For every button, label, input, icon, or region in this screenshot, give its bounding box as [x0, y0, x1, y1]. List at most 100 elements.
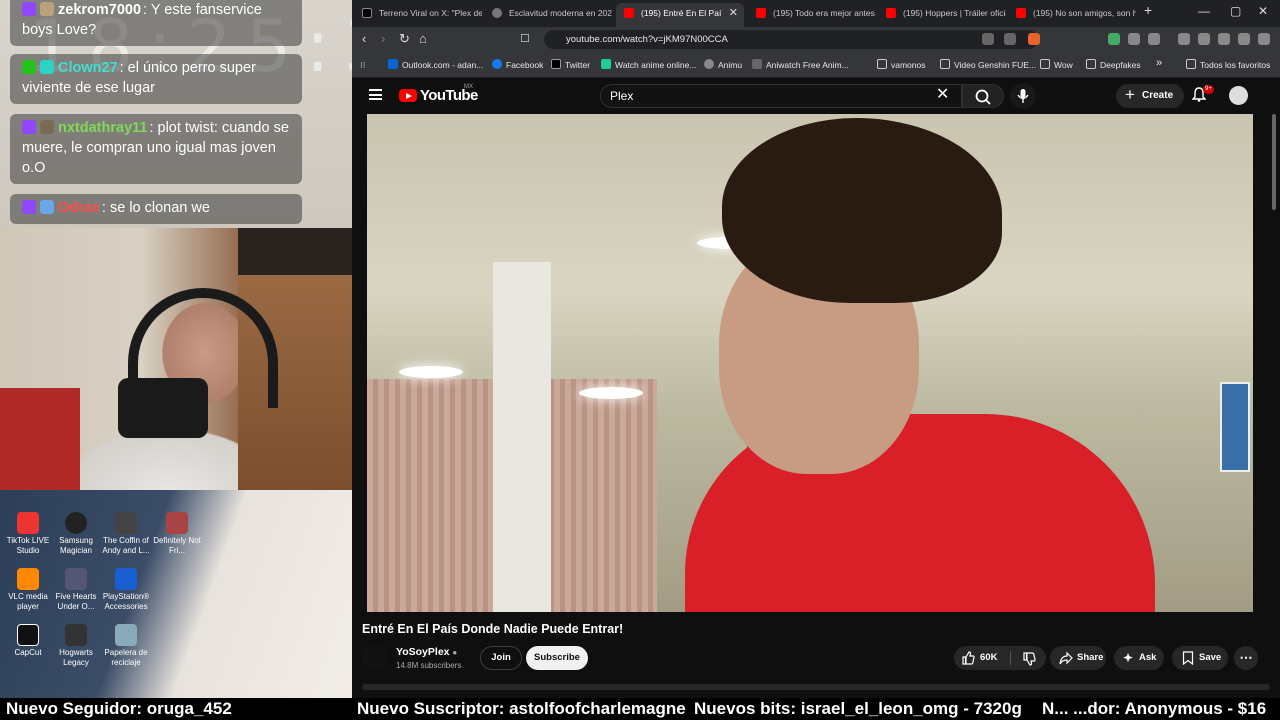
music-icon[interactable]: [1178, 33, 1190, 45]
youtube-header: YouTube MX Plex ✕ Create 9+: [352, 78, 1280, 114]
all-bookmarks[interactable]: Todos los favoritos: [1186, 59, 1270, 71]
video-player[interactable]: [367, 114, 1253, 612]
youtube-icon: [1016, 8, 1026, 18]
video-title: Entré En El País Donde Nadie Puede Entra…: [362, 622, 624, 636]
home-icon[interactable]: ⌂: [419, 32, 427, 46]
youtube-logo-icon[interactable]: [399, 89, 417, 102]
desktop-icon-playstation[interactable]: PlayStation® Accessories: [98, 568, 154, 612]
desktop-icon-definitely[interactable]: Definitely Not Fri...: [149, 512, 205, 556]
browser-tab[interactable]: (195) Hoppers | Tráiler oficia: [878, 3, 1006, 27]
bookmark-folder[interactable]: Deepfakes: [1086, 59, 1141, 71]
sidebar-icon[interactable]: [1148, 33, 1160, 45]
wall-poster: [1220, 382, 1250, 472]
close-icon[interactable]: ✕: [729, 3, 738, 23]
bookmark-item[interactable]: Watch anime online...: [601, 59, 696, 71]
address-bar-row: ‹ › ↻ ⌂ ☐ youtube.com/watch?v=jKM97N00CC…: [352, 27, 1280, 52]
vpn-icon[interactable]: [1218, 33, 1230, 45]
reload-icon[interactable]: ↻: [399, 32, 410, 46]
channel-avatar[interactable]: [362, 645, 388, 671]
hamburger-menu-icon[interactable]: [369, 89, 382, 100]
desktop-icon-recycle-bin[interactable]: Papelera de reciclaje: [98, 624, 154, 668]
menu-icon[interactable]: [1258, 33, 1270, 45]
chat-username: Clown27: [58, 60, 118, 76]
subscribe-button[interactable]: Subscribe: [526, 646, 588, 670]
new-tab-button[interactable]: +: [1144, 2, 1152, 18]
more-bookmarks-icon[interactable]: »: [1156, 57, 1162, 69]
wallet-icon[interactable]: [1198, 33, 1210, 45]
share-icon: [1059, 651, 1073, 665]
bookmark-item[interactable]: Animu: [704, 59, 742, 71]
bookmark-icon[interactable]: ☐: [520, 32, 530, 46]
apps-icon[interactable]: ⁝⁝: [360, 59, 365, 71]
chat-message: Clown27: el único perro super viviente d…: [10, 54, 302, 104]
bookmark-item[interactable]: Outlook.com - adan...: [388, 59, 483, 71]
folder-icon: [1040, 59, 1050, 69]
like-button[interactable]: 60K: [954, 646, 1006, 670]
bookmark-item[interactable]: Aniwatch Free Anim...: [752, 59, 849, 71]
page-scrollbar[interactable]: [1272, 114, 1276, 210]
chatgpt-icon: [492, 8, 502, 18]
account-avatar[interactable]: [1229, 86, 1248, 105]
search-input[interactable]: Plex: [600, 84, 962, 108]
profile-icon[interactable]: [1238, 33, 1250, 45]
voice-search-button[interactable]: [1010, 83, 1036, 109]
cast-icon[interactable]: [982, 33, 994, 45]
ticker-bits: Nuevos bits: israel_el_leon_omg - 7320g: [694, 699, 1022, 718]
desktop-icon-hogwarts[interactable]: Hogwarts Legacy: [48, 624, 104, 668]
desktop-icon-five-hearts[interactable]: Five Hearts Under O...: [48, 568, 104, 612]
globe-icon: [704, 59, 714, 69]
save-button[interactable]: Save: [1172, 646, 1228, 670]
chat-message: nxtdathray11: plot twist: cuando se muer…: [10, 114, 302, 184]
kick-badge-icon: [22, 60, 36, 74]
puzzle-icon[interactable]: [1128, 33, 1140, 45]
bookmark-item[interactable]: Twitter: [551, 59, 590, 71]
bookmark-folder[interactable]: Wow: [1040, 59, 1073, 71]
window-close-icon[interactable]: ✕: [1258, 4, 1268, 18]
samsung-magician-icon: [65, 512, 87, 534]
ask-button[interactable]: ✦ Ask: [1114, 646, 1164, 670]
clear-search-icon[interactable]: ✕: [936, 84, 949, 106]
minimize-icon[interactable]: —: [1198, 4, 1210, 18]
microphone-icon: [1017, 89, 1029, 103]
desktop-icon-samsung[interactable]: Samsung Magician: [48, 512, 104, 556]
browser-tab-active[interactable]: (195) Entré En El Paí ✕: [616, 3, 744, 27]
facebook-icon: [492, 59, 502, 69]
desktop-icon-coffin[interactable]: The Coffin of Andy and L...: [98, 512, 154, 556]
chat-username: nxtdathray11: [58, 120, 148, 136]
sub-badge-icon: [40, 120, 54, 134]
share-button[interactable]: Share: [1050, 646, 1106, 670]
forward-icon[interactable]: ›: [381, 32, 385, 46]
notification-count-badge: 9+: [1203, 85, 1214, 94]
ceiling-light: [399, 366, 463, 378]
capcut-icon: [17, 624, 39, 646]
browser-tab[interactable]: (195) Todo era mejor antes: [748, 3, 876, 27]
webcam-feed: [0, 228, 352, 490]
create-button[interactable]: Create: [1116, 83, 1184, 108]
presenter-hair: [722, 118, 1002, 303]
extension-icon[interactable]: [1108, 33, 1120, 45]
url-field[interactable]: youtube.com/watch?v=jKM97N00CCA: [544, 30, 1038, 49]
description-box[interactable]: [362, 684, 1270, 690]
game-icon: [166, 512, 188, 534]
bookmark-folder[interactable]: Video Genshin FUE...: [940, 59, 1036, 71]
browser-tab[interactable]: (195) No son amigos, son h: [1008, 3, 1136, 27]
browser-tab[interactable]: Esclavitud moderna en 2024: [484, 3, 612, 27]
thumbs-up-icon: [962, 651, 975, 665]
search-button[interactable]: [962, 84, 1004, 108]
dislike-button[interactable]: [1012, 646, 1046, 670]
chat-message: zekrom7000: Y este fanservice boys Love?: [10, 0, 302, 46]
brave-shield-icon[interactable]: [1028, 33, 1040, 45]
bookmark-item[interactable]: Facebook: [492, 59, 543, 71]
tiktok-icon: [17, 512, 39, 534]
divider: [1010, 651, 1011, 665]
more-options-icon[interactable]: ⋯: [1234, 646, 1258, 670]
channel-name[interactable]: YoSoyPlex ●: [396, 646, 457, 658]
maximize-icon[interactable]: ▢: [1230, 4, 1241, 18]
ceiling-light: [579, 387, 643, 399]
bookmark-folder[interactable]: vamonos: [877, 59, 926, 71]
browser-tab[interactable]: Terreno Viral on X: "Plex de: [354, 3, 482, 27]
share-icon[interactable]: [1004, 33, 1016, 45]
join-button[interactable]: Join: [480, 646, 522, 670]
youtube-icon: [756, 8, 766, 18]
back-icon[interactable]: ‹: [362, 32, 366, 46]
